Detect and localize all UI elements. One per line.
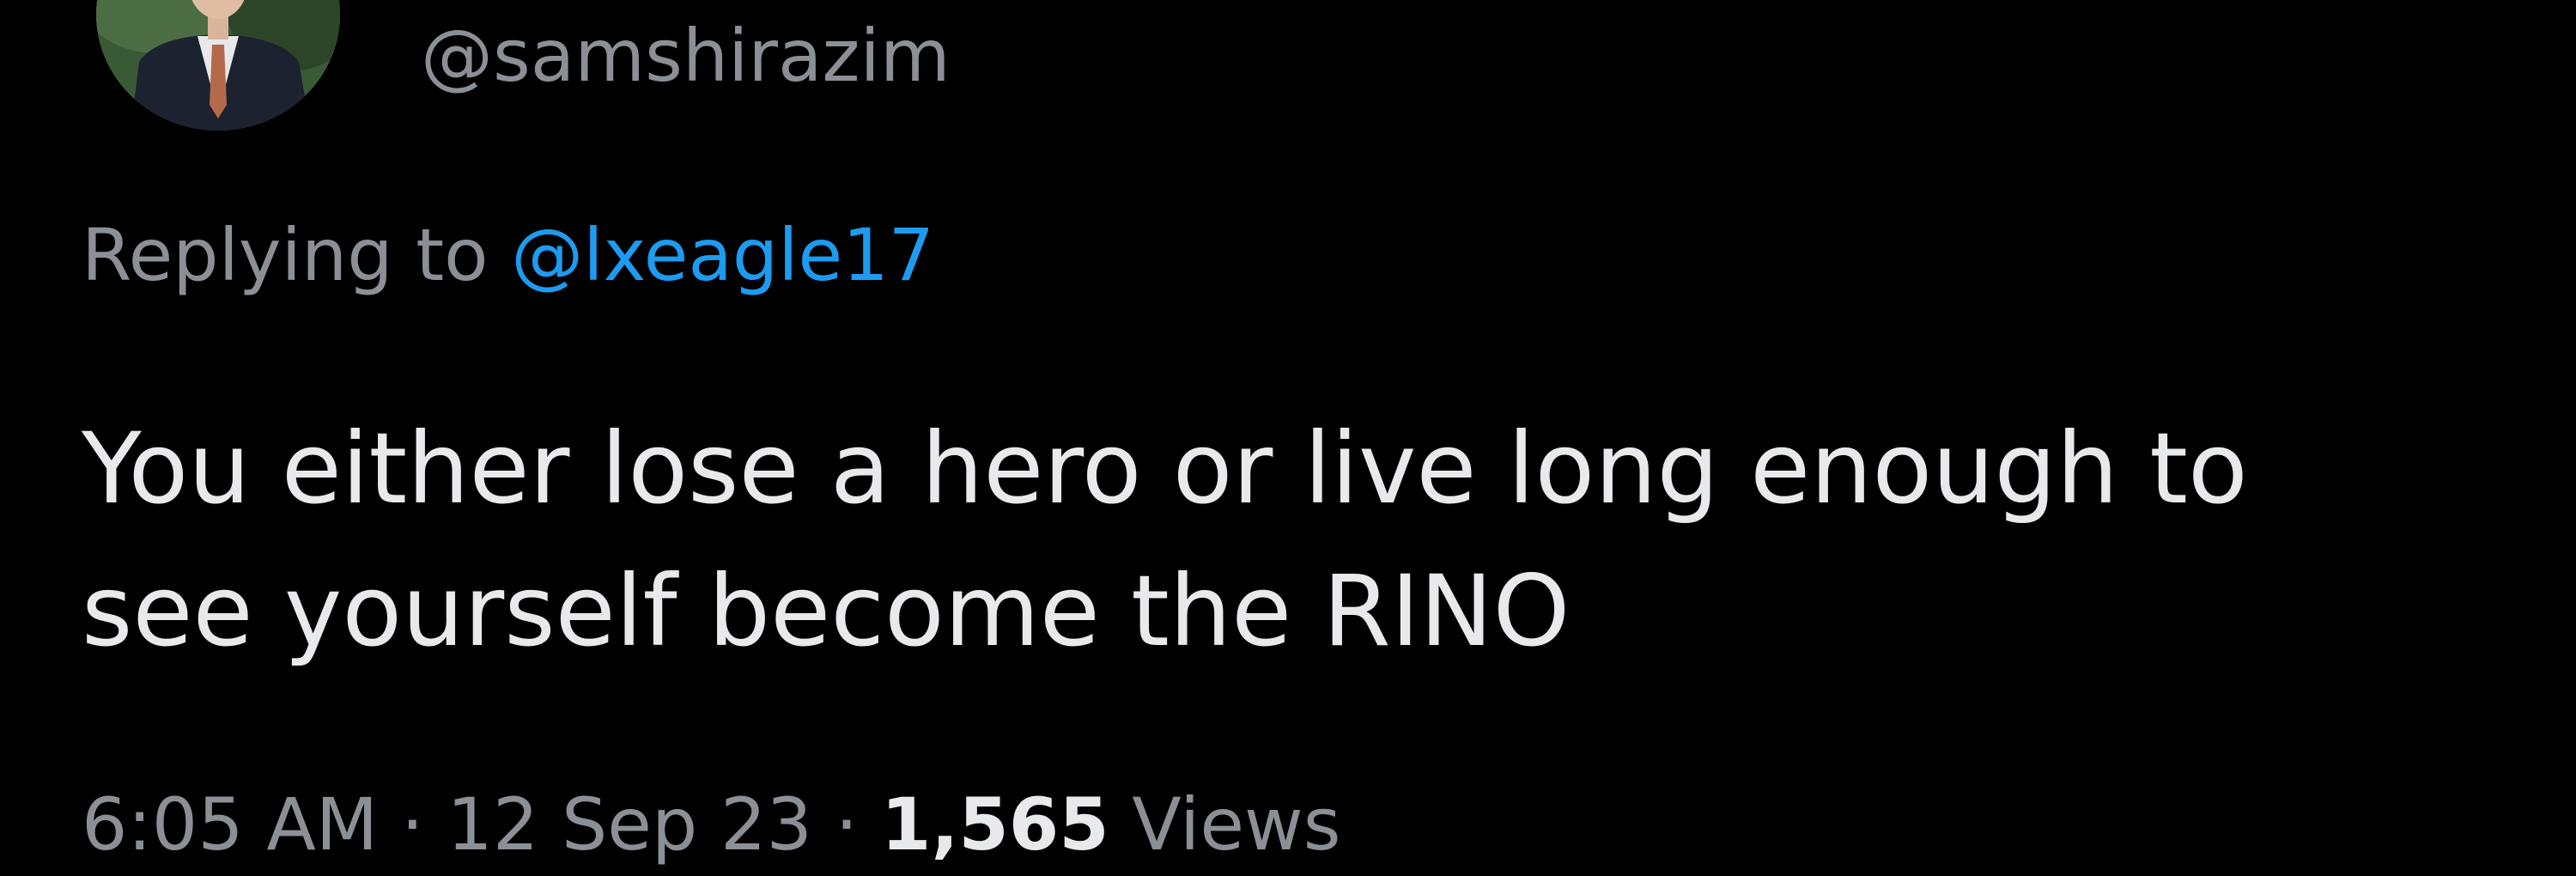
replying-to-mention-link[interactable]: @lxeagle17	[511, 213, 934, 297]
meta-separator: ·	[811, 782, 881, 867]
avatar[interactable]	[96, 0, 340, 131]
tweet-metadata: 6:05 AM · 12 Sep 23 · 1,565 Views	[82, 773, 1341, 876]
tweet-date-link[interactable]: 12 Sep 23	[447, 782, 812, 867]
views-count: 1,565	[881, 782, 1109, 867]
replying-to-label: Replying to	[82, 213, 512, 297]
user-handle[interactable]: @samshirazim	[421, 4, 951, 107]
avatar-photo	[96, 0, 340, 131]
meta-separator: ·	[378, 782, 447, 867]
tweet-time-link[interactable]: 6:05 AM	[82, 782, 378, 867]
views-label: Views	[1109, 782, 1341, 867]
tweet-card: @samshirazim Replying to @lxeagle17 You …	[0, 0, 2576, 867]
tweet-text: You either lose a hero or live long enou…	[82, 398, 2520, 683]
more-dots-icon[interactable]	[2421, 0, 2473, 17]
tweet-text-line: see yourself become the RINO	[82, 554, 1571, 668]
replying-to-line: Replying to @lxeagle17	[82, 204, 934, 307]
tweet-text-line: You either lose a hero or live long enou…	[82, 411, 2248, 526]
